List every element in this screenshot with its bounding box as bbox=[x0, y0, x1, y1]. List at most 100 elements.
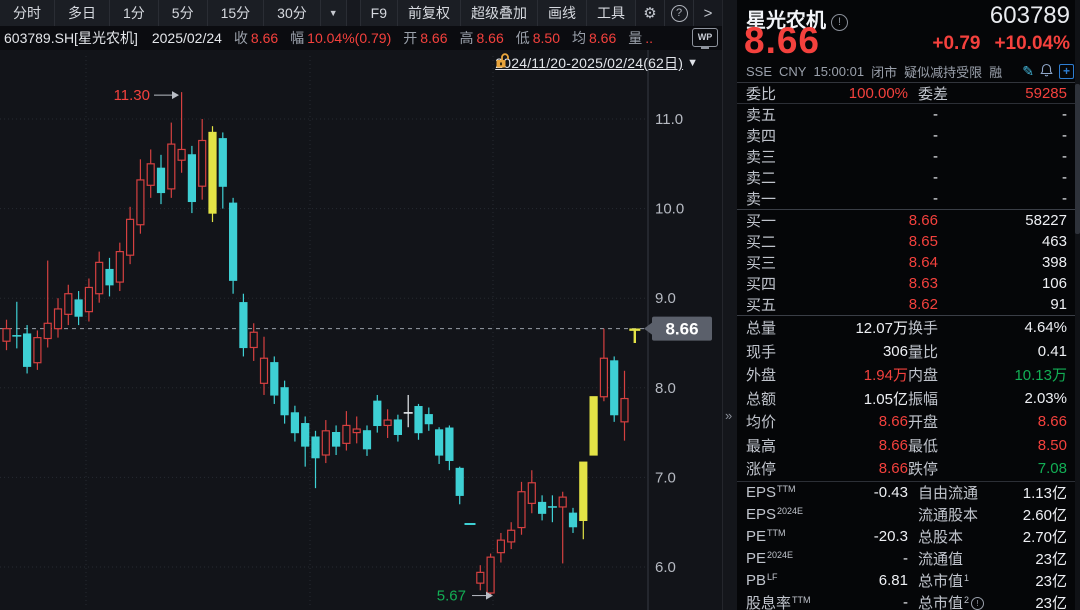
symbol-label: 603789.SH[星光农机] bbox=[4, 30, 138, 46]
last-price: 8.66 bbox=[744, 20, 821, 61]
ask-row-3[interactable]: 卖三 - - bbox=[737, 146, 1080, 167]
toolbar: 分时 多日 1分 5分 15分 30分 ▼ F9 前复权 超级叠加 画线 工具 … bbox=[0, 0, 722, 27]
candle bbox=[198, 139, 207, 187]
help-icon[interactable]: ? bbox=[664, 0, 693, 26]
candle bbox=[64, 293, 73, 315]
candle bbox=[610, 360, 619, 416]
scrollbar-thumb[interactable] bbox=[1075, 84, 1080, 234]
candle bbox=[249, 331, 258, 349]
status-icons: ✎ + bbox=[1022, 63, 1074, 80]
candle bbox=[167, 143, 176, 190]
candle bbox=[435, 429, 444, 456]
candle bbox=[507, 529, 516, 543]
candle bbox=[476, 571, 485, 584]
low-key: 低 bbox=[515, 30, 530, 46]
candle bbox=[125, 218, 135, 256]
range-key: 幅 bbox=[290, 30, 305, 46]
range-caret-icon[interactable]: ▼ bbox=[687, 57, 698, 69]
info-icon[interactable]: ! bbox=[971, 597, 985, 610]
ask-row-4[interactable]: 卖四 - - bbox=[737, 125, 1080, 146]
chevron-right-icon[interactable]: > bbox=[693, 0, 722, 26]
candle bbox=[218, 138, 227, 187]
draw-line-button[interactable]: 画线 bbox=[537, 0, 586, 26]
stats-row: 总量 12.07万 换手 4.64% bbox=[746, 319, 1067, 338]
quote-time: 15:00:01 bbox=[813, 64, 865, 79]
stats-row: 最高 8.66 最低 8.50 bbox=[746, 436, 1067, 455]
tab-15min[interactable]: 15分 bbox=[207, 0, 265, 26]
candle bbox=[445, 427, 454, 461]
candlestick-chart[interactable]: 11.30 5.67 11.0 10.0 9.0 8.0 7.0 6.0 8.66 bbox=[0, 50, 722, 610]
gear-icon[interactable]: ⚙ bbox=[635, 0, 664, 26]
panel-scrollbar[interactable] bbox=[1075, 0, 1080, 610]
fund-row: PETTM -20.3 总股本 2.70亿 bbox=[746, 528, 1067, 546]
panel-expander-icon[interactable]: » bbox=[725, 408, 732, 423]
stats-row: 涨停 8.66 跌停 7.08 bbox=[746, 460, 1067, 479]
close-key: 收 bbox=[233, 30, 248, 46]
high-arrow-head bbox=[172, 91, 179, 100]
date-range-link[interactable]: 2024/11/20-2025/02/24(62日) bbox=[495, 53, 683, 73]
stock-code: 603789 bbox=[989, 2, 1070, 29]
ask-row-5[interactable]: 卖五 - - bbox=[737, 104, 1080, 125]
ask-row-2[interactable]: 卖二 - - bbox=[737, 167, 1080, 188]
bid-row-3[interactable]: 买三 8.64 398 bbox=[737, 252, 1080, 273]
candle bbox=[136, 179, 145, 226]
edit-pencil-icon[interactable]: ✎ bbox=[1022, 63, 1034, 80]
tools-button[interactable]: 工具 bbox=[586, 0, 635, 26]
alert-bell-icon[interactable] bbox=[1040, 63, 1053, 80]
y-tick-label: 6.0 bbox=[655, 559, 676, 576]
period-dropdown-caret-icon[interactable]: ▼ bbox=[320, 0, 347, 26]
open-key: 开 bbox=[403, 30, 418, 46]
candle bbox=[74, 299, 83, 317]
risk-tag: 疑似减持受限 bbox=[904, 65, 983, 80]
candle bbox=[527, 482, 536, 504]
alert-info-icon[interactable]: ! bbox=[831, 14, 848, 31]
info-bar: 603789.SH[星光农机] 2025/02/24 收 8.66 幅 10.04%… bbox=[0, 26, 722, 50]
tab-30min[interactable]: 30分 bbox=[264, 0, 321, 26]
add-plus-icon[interactable]: + bbox=[1059, 64, 1074, 79]
bid-row-4[interactable]: 买四 8.63 106 bbox=[737, 273, 1080, 294]
candle bbox=[332, 432, 341, 447]
fund-row: PBLF 6.81 总市值1 23亿 bbox=[746, 572, 1067, 590]
candle bbox=[393, 419, 402, 435]
candle bbox=[290, 412, 299, 434]
tab-1min[interactable]: 1分 bbox=[110, 0, 159, 26]
candle bbox=[486, 556, 495, 594]
wp-window-icon[interactable]: WP bbox=[692, 28, 718, 49]
super-overlay-button[interactable]: 超级叠加 bbox=[460, 0, 537, 26]
fund-row: EPS2024E 流通股本 2.60亿 bbox=[746, 506, 1067, 524]
candle bbox=[33, 337, 42, 364]
candle bbox=[414, 406, 423, 434]
candle bbox=[568, 512, 578, 528]
f9-button[interactable]: F9 bbox=[359, 0, 397, 26]
exchange-label: SSE bbox=[746, 64, 773, 79]
forward-adjust-button[interactable]: 前复权 bbox=[397, 0, 460, 26]
tab-5min[interactable]: 5分 bbox=[158, 0, 208, 26]
stats-section: 总量 12.07万 换手 4.64% 现手 306 量比 0.41 外盘 1.94万 内盘 10.… bbox=[737, 316, 1080, 481]
bid-row-2[interactable]: 买二 8.65 463 bbox=[737, 231, 1080, 252]
weibi-value: 100.00% bbox=[848, 85, 908, 102]
y-tick-label: 10.0 bbox=[655, 201, 684, 218]
volume-key: 量 bbox=[628, 30, 643, 46]
chart-area[interactable]: 11.30 5.67 11.0 10.0 9.0 8.0 7.0 6.0 8.66 2024/1… bbox=[0, 50, 722, 610]
ask-row-1[interactable]: 卖一 - - bbox=[737, 188, 1080, 209]
stats-row: 现手 306 量比 0.41 bbox=[746, 342, 1067, 361]
candle bbox=[259, 357, 269, 384]
bid-row-1[interactable]: 买一 8.66 58227 bbox=[737, 210, 1080, 231]
candle bbox=[146, 163, 155, 186]
candle bbox=[496, 539, 505, 554]
stats-row: 总额 1.05亿 振幅 2.03% bbox=[746, 389, 1067, 408]
candle bbox=[84, 286, 94, 313]
weibi-row: 委比 100.00% 委差 59285 bbox=[737, 83, 1080, 103]
close-value: 8.66 bbox=[250, 30, 279, 46]
quote-panel: 星光农机! 603789 8.66 +0.79 +10.04% SSE CNY 1… bbox=[737, 0, 1080, 610]
tab-timeline[interactable]: 分时 bbox=[0, 0, 55, 26]
range-value: 10.04%(0.79) bbox=[307, 30, 392, 46]
tab-multiday[interactable]: 多日 bbox=[55, 0, 110, 26]
candle bbox=[270, 362, 279, 396]
candle bbox=[53, 308, 63, 330]
y-tick-label: 9.0 bbox=[655, 290, 676, 307]
candle bbox=[589, 396, 598, 456]
fund-row: EPSTTM -0.43 自由流通 1.13亿 bbox=[746, 484, 1067, 502]
candle bbox=[383, 419, 392, 427]
bid-row-5[interactable]: 买五 8.62 91 bbox=[737, 294, 1080, 315]
